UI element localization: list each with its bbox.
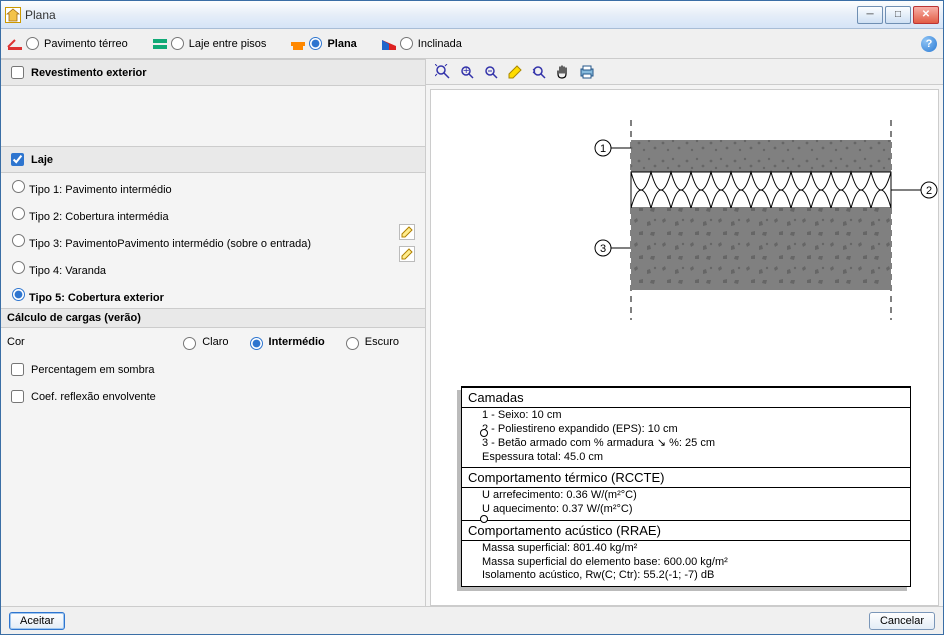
toolbar-item-plana[interactable]: Plana — [290, 36, 356, 52]
toolbar-radio-laje-entre-pisos[interactable] — [171, 37, 184, 50]
coef-reflexao-checkbox[interactable] — [11, 390, 24, 403]
left-panel: Revestimento exterior Laje Tipo 1: Pavim… — [1, 59, 425, 606]
laje-tipo-1[interactable]: Tipo 1: Pavimento intermédio — [7, 173, 399, 200]
cor-claro[interactable]: Claro — [178, 334, 228, 350]
svg-text:3: 3 — [600, 243, 606, 255]
svg-text:+: + — [463, 65, 469, 77]
zoom-out-icon[interactable] — [482, 63, 500, 81]
revestimento-checkbox[interactable] — [11, 66, 24, 79]
laje-tipo-4[interactable]: Tipo 4: Varanda — [7, 254, 399, 281]
calc-header: Cálculo de cargas (verão) — [1, 308, 425, 328]
camadas-title: Camadas — [462, 387, 910, 407]
svg-text:1: 1 — [600, 143, 606, 155]
perc-sombra-row[interactable]: Percentagem em sombra — [7, 356, 419, 383]
laje-checkbox[interactable] — [11, 153, 24, 166]
footer: Aceitar Cancelar — [1, 606, 943, 634]
close-button[interactable]: ✕ — [913, 6, 939, 24]
toolbar-item-laje-entre-pisos[interactable]: Laje entre pisos — [152, 36, 267, 52]
toolbar-radio-inclinada[interactable] — [400, 37, 413, 50]
section-diagram: 1 2 3 — [431, 90, 939, 410]
flat-roof-icon — [290, 36, 306, 52]
revestimento-header: Revestimento exterior — [1, 59, 425, 86]
zoom-window-icon[interactable]: + — [458, 63, 476, 81]
cor-intermedio[interactable]: Intermédio — [245, 334, 325, 350]
floor-icon — [7, 36, 23, 52]
app-icon — [5, 7, 21, 23]
camadas-body: 1 - Seixo: 10 cm 2 - Poliestireno expand… — [462, 407, 910, 467]
accept-button[interactable]: Aceitar — [9, 612, 65, 630]
termico-title: Comportamento térmico (RCCTE) — [462, 467, 910, 487]
toolbar-radio-pavimento-terreo[interactable] — [26, 37, 39, 50]
titlebar: Plana ─ □ ✕ — [1, 1, 943, 29]
right-panel: + — [425, 59, 943, 606]
print-icon[interactable] — [578, 63, 596, 81]
svg-text:2: 2 — [926, 185, 932, 197]
view-toolbar: + — [426, 59, 943, 85]
termico-body: U arrefecimento: 0.36 W/(m²°C) U aquecim… — [462, 487, 910, 520]
zoom-draw-icon[interactable] — [506, 63, 524, 81]
cor-escuro[interactable]: Escuro — [341, 334, 399, 350]
window-title: Plana — [25, 8, 56, 22]
edit-icon-2[interactable] — [399, 246, 415, 262]
properties-table: Camadas 1 - Seixo: 10 cm 2 - Poliestiren… — [461, 386, 911, 587]
coef-reflexao-row[interactable]: Coef. reflexão envolvente — [7, 383, 419, 410]
toolbar-item-inclinada[interactable]: Inclinada — [381, 36, 462, 52]
acustico-title: Comportamento acústico (RRAE) — [462, 520, 910, 540]
pitched-roof-icon — [381, 36, 397, 52]
help-icon[interactable]: ? — [921, 36, 937, 52]
zoom-extents-icon[interactable] — [434, 63, 452, 81]
laje-tipo-5[interactable]: Tipo 5: Cobertura exterior — [7, 281, 399, 308]
laje-option-list: Tipo 1: Pavimento intermédio Tipo 2: Cob… — [7, 173, 399, 308]
laje-header: Laje — [1, 146, 425, 173]
pan-icon[interactable] — [554, 63, 572, 81]
minimize-button[interactable]: ─ — [857, 6, 883, 24]
laje-tipo-2[interactable]: Tipo 2: Cobertura intermédia — [7, 200, 399, 227]
cancel-button[interactable]: Cancelar — [869, 612, 935, 630]
content-area: Revestimento exterior Laje Tipo 1: Pavim… — [1, 59, 943, 606]
laje-tipo-3[interactable]: Tipo 3: PavimentoPavimento intermédio (s… — [7, 227, 399, 254]
toolbar-item-pavimento-terreo[interactable]: Pavimento térreo — [7, 36, 128, 52]
perc-sombra-checkbox[interactable] — [11, 363, 24, 376]
zoom-previous-icon[interactable] — [530, 63, 548, 81]
edit-icon-1[interactable] — [399, 224, 415, 240]
cor-row: Cor Claro Intermédio Escuro — [7, 328, 419, 356]
drawing-canvas[interactable]: 1 2 3 Camadas 1 - Seixo: 10 cm 2 - Polie… — [430, 89, 939, 606]
slab-icon — [152, 36, 168, 52]
toolbar-radio-plana[interactable] — [309, 37, 322, 50]
window: Plana ─ □ ✕ Pavimento térreo Laje entre … — [0, 0, 944, 635]
maximize-button[interactable]: □ — [885, 6, 911, 24]
window-controls: ─ □ ✕ — [857, 6, 939, 24]
main-toolbar: Pavimento térreo Laje entre pisos Plana … — [1, 29, 943, 59]
acustico-body: Massa superficial: 801.40 kg/m² Massa su… — [462, 540, 910, 586]
